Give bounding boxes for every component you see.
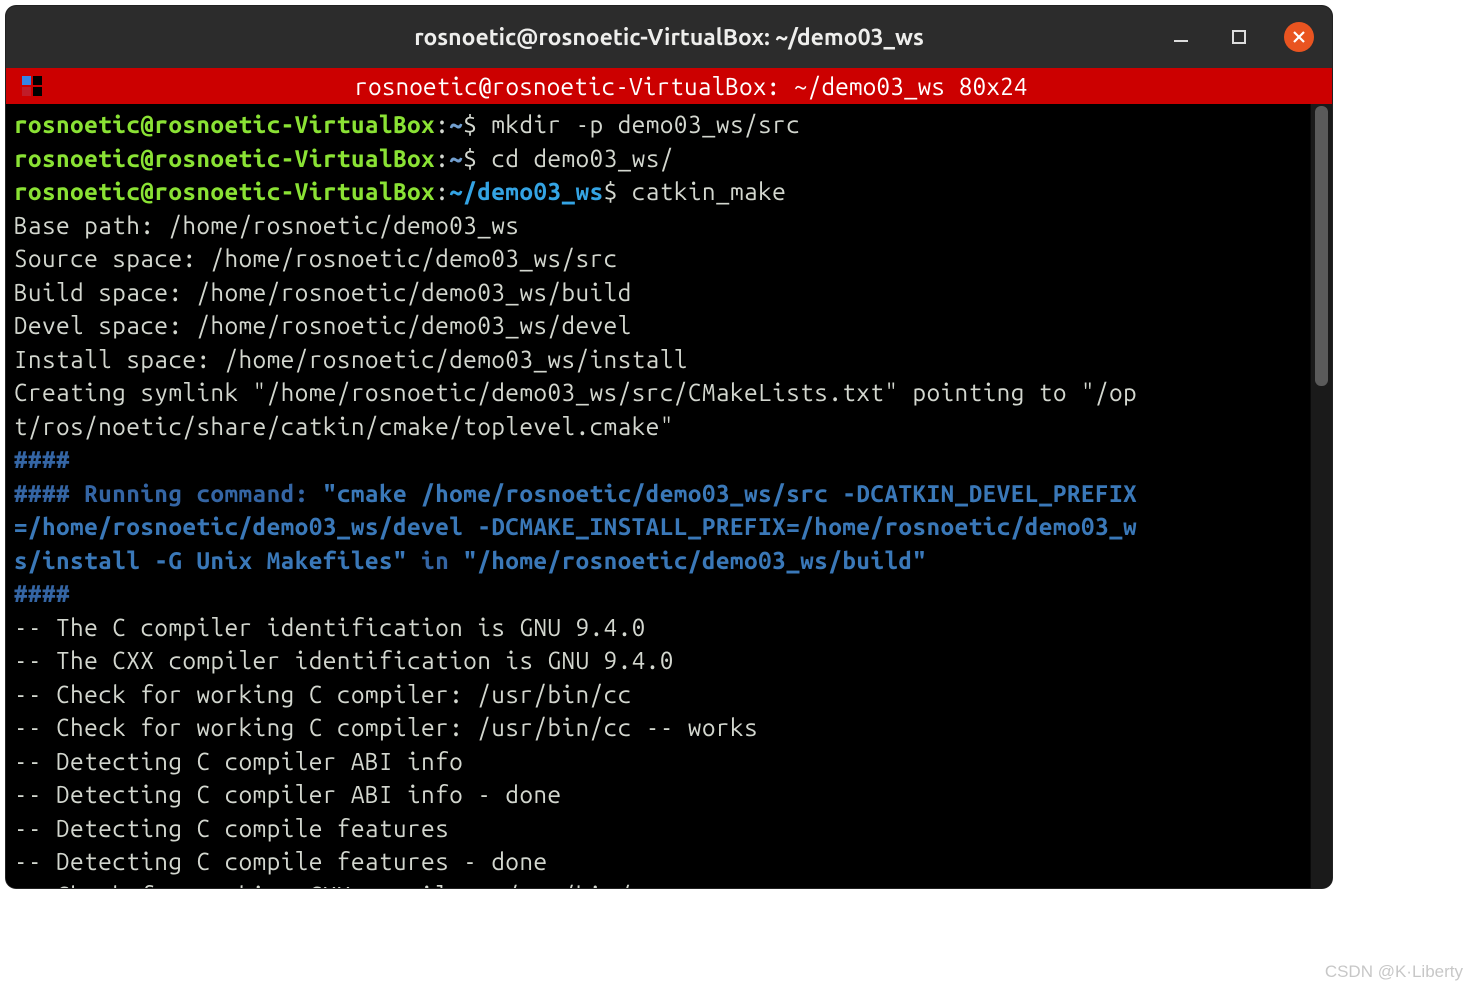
cmake-line: -- Check for working CXX compiler: /usr/… xyxy=(14,882,674,889)
prompt-cwd: ~ xyxy=(449,145,463,172)
cmake-line: -- The CXX compiler identification is GN… xyxy=(14,647,674,674)
command-catkin-make: catkin_make xyxy=(632,178,786,205)
prompt-userhost: rosnoetic@rosnoetic-VirtualBox xyxy=(14,145,435,172)
output-hash: #### xyxy=(14,446,70,473)
close-icon xyxy=(1292,30,1306,44)
minimize-button[interactable] xyxy=(1168,24,1194,50)
running-cmd: "/home/rosnoetic/demo03_ws/build" xyxy=(463,547,926,574)
minimize-icon xyxy=(1172,28,1190,46)
prompt-userhost: rosnoetic@rosnoetic-VirtualBox xyxy=(14,111,435,138)
output-hash: #### xyxy=(14,580,70,607)
prompt-userhost: rosnoetic@rosnoetic-VirtualBox xyxy=(14,178,435,205)
terminal-tabbar: rosnoetic@rosnoetic-VirtualBox: ~/demo03… xyxy=(6,68,1332,104)
window-title: rosnoetic@rosnoetic-VirtualBox: ~/demo03… xyxy=(6,25,1332,50)
command-mkdir: mkdir -p demo03_ws/src xyxy=(491,111,800,138)
output-line: t/ros/noetic/share/catkin/cmake/toplevel… xyxy=(14,413,674,440)
output-line: Creating symlink "/home/rosnoetic/demo03… xyxy=(14,379,1137,406)
window-titlebar[interactable]: rosnoetic@rosnoetic-VirtualBox: ~/demo03… xyxy=(6,6,1332,68)
output-line: Devel space: /home/rosnoetic/demo03_ws/d… xyxy=(14,312,632,339)
terminal-tab-title: rosnoetic@rosnoetic-VirtualBox: ~/demo03… xyxy=(50,73,1332,100)
cmake-line: -- Detecting C compiler ABI info - done xyxy=(14,781,562,808)
cmake-line: -- Detecting C compile features - done xyxy=(14,848,548,875)
running-cmd: =/home/rosnoetic/demo03_ws/devel -DCMAKE… xyxy=(14,513,1137,540)
close-button[interactable] xyxy=(1284,22,1314,52)
scrollbar-thumb[interactable] xyxy=(1315,106,1328,386)
prompt-cwd: ~/demo03_ws xyxy=(449,178,603,205)
terminal-output[interactable]: rosnoetic@rosnoetic-VirtualBox:~$ mkdir … xyxy=(6,104,1310,888)
window-controls xyxy=(1168,6,1314,68)
terminal-window: rosnoetic@rosnoetic-VirtualBox: ~/demo03… xyxy=(6,6,1332,888)
cmake-line: -- Detecting C compiler ABI info xyxy=(14,748,463,775)
cmake-line: -- Detecting C compile features xyxy=(14,815,449,842)
output-line: Source space: /home/rosnoetic/demo03_ws/… xyxy=(14,245,618,272)
cmake-line: -- The C compiler identification is GNU … xyxy=(14,614,646,641)
terminator-icon xyxy=(14,75,50,97)
output-line: Base path: /home/rosnoetic/demo03_ws xyxy=(14,212,519,239)
running-cmd: "cmake /home/rosnoetic/demo03_ws/src -DC… xyxy=(323,480,1137,507)
maximize-button[interactable] xyxy=(1226,24,1252,50)
maximize-icon xyxy=(1231,29,1247,45)
cmake-line: -- Check for working C compiler: /usr/bi… xyxy=(14,681,632,708)
scrollbar[interactable] xyxy=(1310,104,1332,888)
terminal-body-wrapper: rosnoetic@rosnoetic-VirtualBox:~$ mkdir … xyxy=(6,104,1332,888)
prompt-cwd: ~ xyxy=(449,111,463,138)
watermark: CSDN @K·Liberty xyxy=(1325,962,1463,982)
output-line: Build space: /home/rosnoetic/demo03_ws/b… xyxy=(14,279,632,306)
running-label: #### Running command: xyxy=(14,480,323,507)
output-line: Install space: /home/rosnoetic/demo03_ws… xyxy=(14,346,688,373)
command-cd: cd demo03_ws/ xyxy=(491,145,674,172)
running-cmd: s/install -G Unix Makefiles" xyxy=(14,547,407,574)
cmake-line: -- Check for working C compiler: /usr/bi… xyxy=(14,714,758,741)
